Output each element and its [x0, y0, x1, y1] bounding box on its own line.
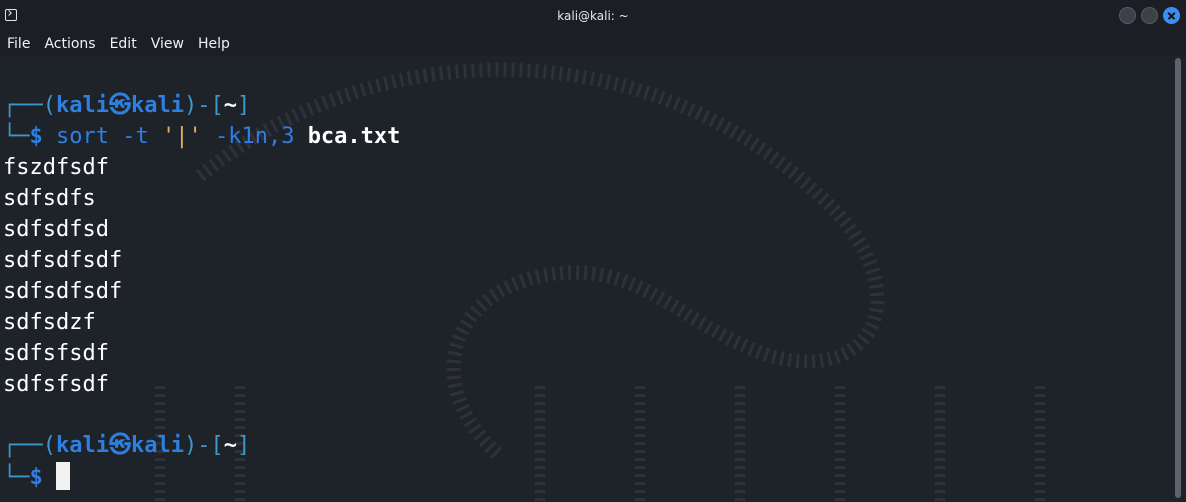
output-line: sdfsdfsdf [3, 279, 123, 304]
terminal-area[interactable]: ┌──(kali㉿kali)-[~] └─$ sort -t '|' -k1n,… [0, 56, 1172, 502]
menu-help[interactable]: Help [191, 36, 237, 52]
prompt-frame: )-[ [183, 433, 224, 458]
text-cursor [56, 462, 70, 490]
prompt-frame: )-[ [183, 93, 224, 118]
window-title: kali@kali: ~ [557, 9, 629, 23]
command-args: -k1n,3 [201, 124, 308, 149]
scrollbar-thumb[interactable] [1175, 58, 1181, 498]
close-button[interactable] [1163, 7, 1180, 24]
menu-edit[interactable]: Edit [103, 36, 144, 52]
output-line: sdfsdfsd [3, 217, 109, 242]
prompt-frame: ┌──( [3, 433, 56, 458]
prompt-dir: ~ [223, 433, 237, 458]
menu-actions[interactable]: Actions [37, 36, 102, 52]
output-line: sdfsfsdf [3, 341, 109, 366]
menu-bar: File Actions Edit View Help [0, 32, 1186, 56]
prompt-frame: ] [236, 433, 251, 458]
window-controls [1119, 7, 1180, 24]
menu-view[interactable]: View [144, 36, 191, 52]
menu-file[interactable]: File [0, 36, 37, 52]
prompt-dollar: $ [29, 124, 43, 149]
prompt-user: kali [55, 93, 109, 118]
kali-at-icon: ㉿ [108, 93, 131, 118]
prompt-dir: ~ [223, 93, 237, 118]
prompt-line-2: ┌──(kali㉿kali)-[~] [3, 430, 250, 461]
command-line-2[interactable]: └─$ [3, 462, 70, 493]
prompt-line-1: ┌──(kali㉿kali)-[~] [3, 90, 250, 121]
minimize-button[interactable] [1119, 7, 1136, 24]
prompt-frame: ] [236, 93, 251, 118]
output-line: sdfsdzf [3, 310, 96, 335]
prompt-dollar: $ [29, 465, 43, 490]
output-line: sdfsdfs [3, 186, 96, 211]
kali-at-icon: ㉿ [108, 433, 131, 458]
output-line: sdfsfsdf [3, 372, 109, 397]
prompt-host: kali [130, 93, 184, 118]
prompt-frame: └─ [3, 465, 30, 490]
output-line: sdfsdfsdf [3, 248, 123, 273]
prompt-host: kali [130, 433, 184, 458]
command-name: sort [56, 124, 109, 149]
command-args: -t [108, 124, 162, 149]
maximize-button[interactable] [1141, 7, 1158, 24]
prompt-frame: └─ [3, 124, 30, 149]
terminal-icon [5, 9, 17, 21]
command-file: bca.txt [307, 124, 401, 149]
vertical-scrollbar[interactable] [1172, 56, 1186, 502]
command-string: '|' [161, 124, 202, 149]
prompt-frame: ┌──( [3, 93, 56, 118]
prompt-user: kali [55, 433, 109, 458]
command-line-1: └─$ sort -t '|' -k1n,3 bca.txt [3, 121, 400, 152]
output-line: fszdfsdf [3, 155, 109, 180]
title-bar: kali@kali: ~ [0, 0, 1186, 32]
